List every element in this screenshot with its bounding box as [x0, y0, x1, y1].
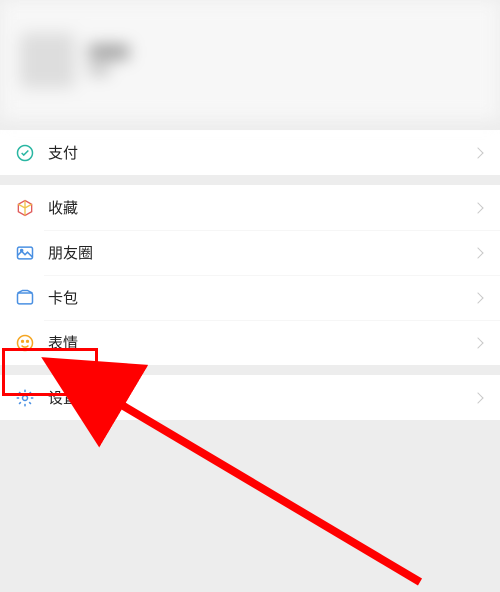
image-icon — [14, 242, 36, 264]
menu-item-label: 收藏 — [48, 197, 474, 218]
menu-item-pay[interactable]: 支付 — [0, 130, 500, 175]
smile-icon — [14, 332, 36, 354]
cube-icon — [14, 197, 36, 219]
chevron-right-icon — [472, 337, 483, 348]
chevron-right-icon — [472, 392, 483, 403]
menu-section-settings: 设置 — [0, 375, 500, 420]
chevron-right-icon — [472, 202, 483, 213]
menu-item-label: 设置 — [48, 387, 474, 408]
profile-name-block — [89, 45, 129, 75]
chevron-right-icon — [472, 292, 483, 303]
pay-icon — [14, 142, 36, 164]
avatar — [20, 33, 75, 88]
menu-section-pay: 支付 — [0, 130, 500, 175]
menu-item-stickers[interactable]: 表情 — [0, 320, 500, 365]
chevron-right-icon — [472, 247, 483, 258]
profile-header[interactable] — [0, 0, 500, 120]
menu-item-label: 朋友圈 — [48, 242, 474, 263]
menu-item-label: 支付 — [48, 142, 474, 163]
menu-item-favorites[interactable]: 收藏 — [0, 185, 500, 230]
chevron-right-icon — [472, 147, 483, 158]
wallet-icon — [14, 287, 36, 309]
menu-item-settings[interactable]: 设置 — [0, 375, 500, 420]
gear-icon — [14, 387, 36, 409]
menu-section-features: 收藏 朋友圈 卡包 — [0, 185, 500, 365]
menu-item-label: 表情 — [48, 332, 474, 353]
menu-item-label: 卡包 — [48, 287, 474, 308]
menu-item-cards[interactable]: 卡包 — [0, 275, 500, 320]
menu-item-moments[interactable]: 朋友圈 — [0, 230, 500, 275]
